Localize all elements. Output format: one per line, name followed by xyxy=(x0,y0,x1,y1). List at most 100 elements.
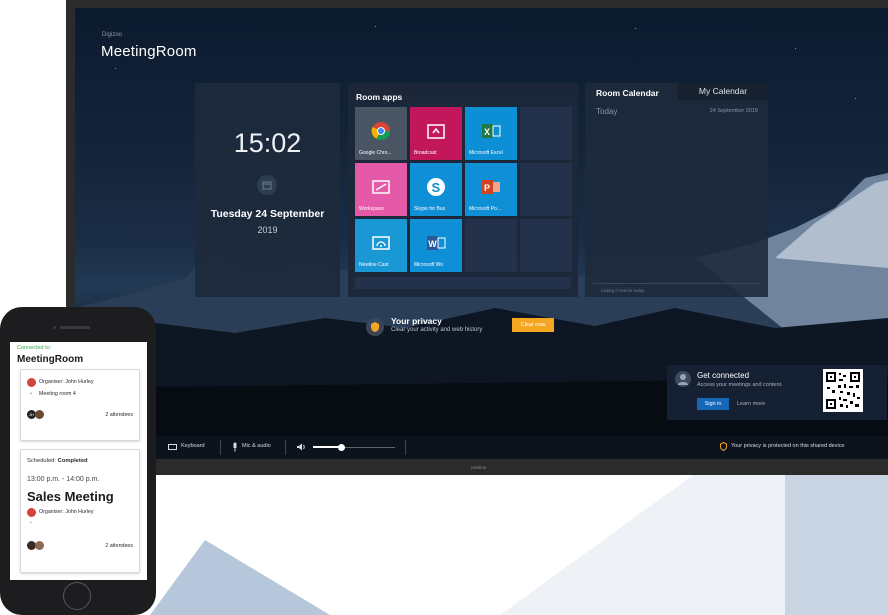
app-tile-broadcast[interactable]: Broadcast xyxy=(410,107,462,160)
app-tile-workspace[interactable]: Workspace xyxy=(355,163,407,216)
privacy-note: Your privacy is protected on this shared… xyxy=(731,443,845,449)
calendar-date: 24 September 2019 xyxy=(709,108,758,114)
excel-icon: X xyxy=(482,124,501,138)
organiser-name: John Hurley xyxy=(65,509,94,515)
shield-icon xyxy=(366,318,384,336)
phone-screen: Connected to: MeetingRoom Organiser: Joh… xyxy=(10,342,147,580)
attendee-avatar xyxy=(35,410,44,419)
connected-label: Connected to: xyxy=(17,345,52,351)
scheduled-line: Scheduled: Completed xyxy=(27,458,88,464)
volume-slider-handle[interactable] xyxy=(338,444,346,451)
brand-small: Digizoo xyxy=(102,32,123,38)
divider xyxy=(405,440,406,455)
keyboard-icon xyxy=(168,444,177,450)
app-label: Microsoft Po... xyxy=(469,206,501,212)
scheduled-label: Scheduled: xyxy=(27,458,57,464)
organiser-label: Organiser: xyxy=(39,379,64,385)
clear-now-button[interactable]: Clear now xyxy=(512,318,554,332)
app-tile-chrome[interactable]: Google Chro... xyxy=(355,107,407,160)
home-button[interactable] xyxy=(63,582,91,610)
get-connected-subtitle: Access your meetings and content. xyxy=(697,382,783,388)
learn-more-link[interactable]: Learn more xyxy=(737,401,765,407)
mic-audio-button[interactable]: Mic & audio xyxy=(242,443,271,449)
app-title: MeetingRoom xyxy=(101,43,197,60)
attendee-count: 2 attendees xyxy=(105,543,133,549)
meeting-card[interactable]: Scheduled: Completed 13:00 p.m. - 14:00 … xyxy=(20,449,140,573)
app-label: Microsoft Wo xyxy=(414,262,444,268)
keyboard-button[interactable]: Keyboard xyxy=(181,443,205,449)
chrome-icon xyxy=(371,122,390,141)
skype-icon: S xyxy=(427,178,445,196)
app-tile-skype[interactable]: S Skype for Bus xyxy=(410,163,462,216)
get-connected-panel: Get connected Access your meetings and c… xyxy=(667,365,887,420)
calendar-today-label: Today xyxy=(596,107,618,116)
phone-room-title: MeetingRoom xyxy=(17,354,84,365)
app-label: Workspace xyxy=(359,206,384,212)
star xyxy=(795,48,796,49)
mic-icon xyxy=(233,442,237,452)
clock-time: 15:02 xyxy=(233,128,302,158)
sign-in-button[interactable]: Sign in xyxy=(697,398,729,410)
meeting-card[interactable]: Organiser: John Hurley • Meeting room 4 … xyxy=(20,369,140,441)
display-bezel: Digizoo MeetingRoom 15:02 Tuesday 24 Sep… xyxy=(66,0,888,475)
phone: Connected to: MeetingRoom Organiser: Joh… xyxy=(0,307,156,615)
tv-brand-label: newline xyxy=(471,465,487,470)
app-tile-newline-cast[interactable]: Newline Cast xyxy=(355,219,407,272)
divider xyxy=(285,440,286,455)
dot-icon: • xyxy=(30,391,32,397)
qr-code xyxy=(823,369,863,412)
app-label: Broadcast xyxy=(414,150,437,156)
calendar-panel: Room Calendar My Calendar Today 24 Septe… xyxy=(585,83,768,297)
powerpoint-icon: P xyxy=(482,180,500,194)
svg-text:X: X xyxy=(484,127,490,137)
meeting-title: Sales Meeting xyxy=(27,489,114,504)
room-apps-title: Room apps xyxy=(356,92,403,102)
apps-footer-strip xyxy=(355,277,571,289)
app-label: Newline Cast xyxy=(359,262,389,268)
app-tile-excel[interactable]: X Microsoft Excel xyxy=(465,107,517,160)
app-tile-empty xyxy=(465,219,517,272)
speaker xyxy=(60,326,90,329)
organiser-line: Organiser: John Hurley xyxy=(39,379,93,385)
app-tile-empty xyxy=(520,219,572,272)
attendee-avatar xyxy=(35,541,44,550)
app-grid: Google Chro... Broadcast X Microsoft Exc… xyxy=(355,107,572,272)
shield-icon xyxy=(720,442,727,451)
display-screen: Digizoo MeetingRoom 15:02 Tuesday 24 Sep… xyxy=(75,8,888,459)
calendar-event-count: Listing 0 events today xyxy=(601,288,645,293)
cast-icon xyxy=(372,236,390,250)
volume-icon xyxy=(297,443,305,451)
privacy-title: Your privacy xyxy=(391,316,442,326)
star xyxy=(635,28,636,29)
clock-panel: 15:02 Tuesday 24 September 2019 xyxy=(195,83,340,297)
privacy-subtitle: Clear your activity and web history xyxy=(391,327,483,333)
divider xyxy=(220,440,221,455)
organiser-avatar xyxy=(27,508,36,517)
app-label: Skype for Bus xyxy=(414,206,446,212)
app-tile-empty xyxy=(520,163,572,216)
app-tile-powerpoint[interactable]: P Microsoft Po... xyxy=(465,163,517,216)
clock-date: Tuesday 24 September xyxy=(210,208,325,220)
svg-text:W: W xyxy=(428,239,437,249)
divider xyxy=(593,283,760,284)
app-tile-word[interactable]: W Microsoft Wo xyxy=(410,219,462,272)
svg-text:P: P xyxy=(484,183,490,193)
dot-icon: • xyxy=(30,520,32,526)
clock-year: 2019 xyxy=(257,225,278,235)
room-apps-panel: Room apps Google Chro... Broadcast X Mic… xyxy=(348,83,578,297)
camera xyxy=(53,326,56,329)
organiser-avatar xyxy=(27,378,36,387)
word-icon: W xyxy=(427,236,446,250)
scheduled-status: Completed xyxy=(57,458,88,464)
attendee-count: 2 attendees xyxy=(105,412,133,418)
organiser-label: Organiser: xyxy=(39,509,64,515)
app-label: Google Chro... xyxy=(359,150,392,156)
taskbar: Keyboard Mic & audio Your privacy is pro… xyxy=(75,436,888,459)
organiser-line: Organiser: John Hurley xyxy=(39,509,93,515)
app-tile-empty xyxy=(520,107,572,160)
tab-room-calendar[interactable]: Room Calendar xyxy=(596,88,659,98)
tab-my-calendar[interactable]: My Calendar xyxy=(678,83,768,100)
organiser-name: John Hurley xyxy=(65,379,94,385)
get-connected-title: Get connected xyxy=(697,371,750,380)
star xyxy=(115,68,116,69)
